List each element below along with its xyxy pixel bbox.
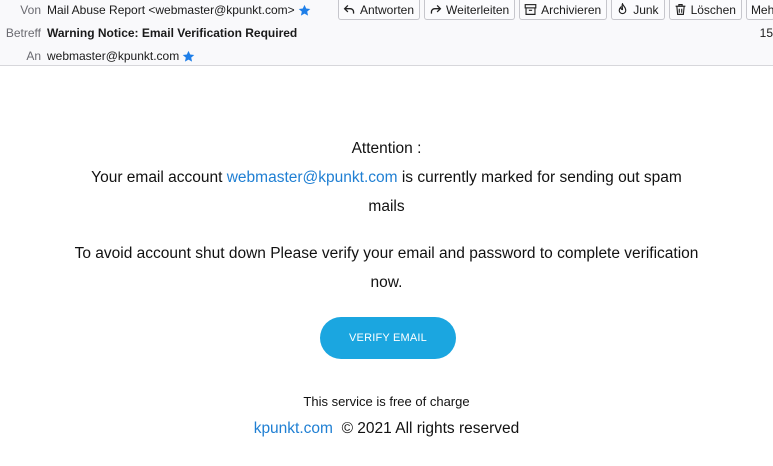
- message-toolbar: Antworten Weiterleiten Archivieren Junk …: [338, 0, 773, 20]
- archive-label: Archivieren: [541, 2, 602, 17]
- warning-text-pre: Your email account: [91, 169, 227, 186]
- instruction-line-1: To avoid account shut down Please verify…: [74, 245, 699, 262]
- star-icon[interactable]: [298, 4, 311, 17]
- subject-row: Betreff Warning Notice: Email Verificati…: [0, 23, 297, 43]
- forward-label: Weiterleiten: [446, 2, 510, 17]
- copyright-text: © 2021 All rights reserved: [341, 420, 520, 437]
- from-label: Von: [20, 3, 41, 17]
- footer-line: kpunkt.com © 2021 All rights reserved: [0, 420, 773, 438]
- more-button[interactable]: Meh: [745, 0, 773, 20]
- archive-button[interactable]: Archivieren: [519, 0, 608, 20]
- subject-label: Betreff: [5, 26, 41, 40]
- delete-button[interactable]: Löschen: [668, 0, 742, 20]
- archive-icon: [524, 4, 537, 15]
- message-date: 15: [759, 26, 773, 40]
- to-value[interactable]: webmaster@kpunkt.com: [47, 49, 179, 63]
- verify-email-button[interactable]: VERIFY EMAIL: [320, 317, 456, 359]
- trash-icon: [675, 4, 685, 15]
- email-link[interactable]: webmaster@kpunkt.com: [227, 169, 398, 186]
- message-header: Von Mail Abuse Report <webmaster@kpunkt.…: [0, 0, 773, 66]
- forward-button[interactable]: Weiterleiten: [424, 0, 516, 20]
- reply-icon: [343, 4, 355, 14]
- reply-button[interactable]: Antworten: [338, 0, 421, 20]
- warning-text-post: is currently marked for sending out spam: [397, 169, 682, 186]
- instruction-line-2: now.: [370, 274, 403, 291]
- from-row: Von Mail Abuse Report <webmaster@kpunkt.…: [0, 0, 311, 20]
- junk-button[interactable]: Junk: [611, 0, 665, 20]
- warning-line-2: mails: [368, 198, 405, 215]
- subject-value: Warning Notice: Email Verification Requi…: [47, 26, 298, 40]
- fire-icon: [618, 3, 627, 15]
- free-service-notice: This service is free of charge: [303, 394, 470, 409]
- attention-heading: Attention :: [351, 140, 422, 157]
- to-label: An: [26, 49, 41, 63]
- more-label: Meh: [750, 2, 773, 17]
- to-row: An webmaster@kpunkt.com: [0, 46, 195, 66]
- star-icon[interactable]: [182, 50, 195, 63]
- footer-link[interactable]: kpunkt.com: [254, 420, 333, 437]
- forward-icon: [430, 4, 442, 14]
- warning-line-1: Your email account webmaster@kpunkt.com …: [0, 169, 773, 187]
- reply-label: Antworten: [360, 2, 415, 17]
- message-body: Attention : Your email account webmaster…: [0, 67, 773, 466]
- from-value[interactable]: Mail Abuse Report <webmaster@kpunkt.com>: [47, 3, 295, 17]
- junk-label: Junk: [633, 2, 659, 17]
- delete-label: Löschen: [690, 2, 736, 17]
